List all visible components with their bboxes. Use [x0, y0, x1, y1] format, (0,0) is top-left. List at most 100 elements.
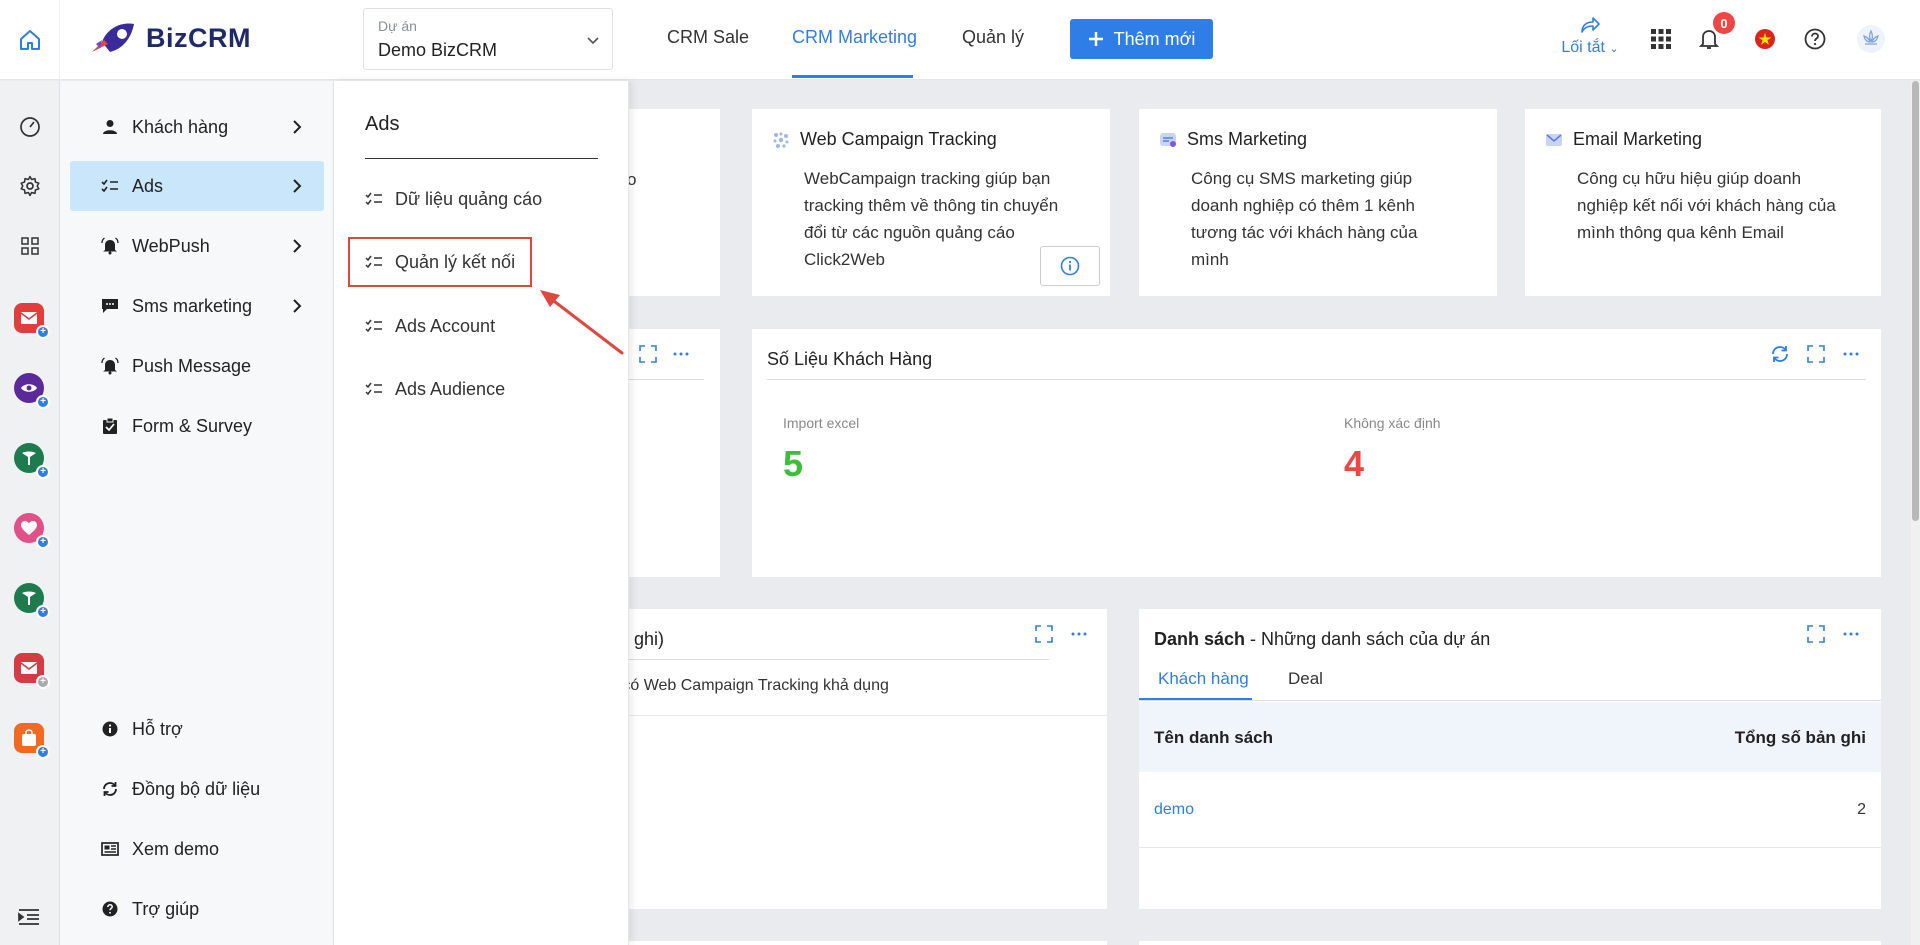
shortcut-label: Lối tắt — [1561, 39, 1605, 56]
info-button[interactable] — [1040, 246, 1100, 286]
card-desc-line: Công cụ SMS marketing giúp — [1191, 169, 1413, 188]
partial-chart-panel — [629, 329, 720, 577]
card-title: Web Campaign Tracking — [800, 129, 997, 149]
submenu-item-du-lieu-quang-cao[interactable]: Dữ liệu quảng cáo — [365, 184, 542, 214]
menu-label: Khách hàng — [132, 116, 229, 137]
submenu-title: Ads — [365, 113, 400, 135]
project-value: Demo BizCRM — [378, 40, 498, 60]
tab-deal[interactable]: Deal — [1288, 669, 1323, 689]
sms-marketing-card[interactable]: Sms Marketing Công cụ SMS marketing giúp… — [1139, 109, 1497, 296]
refresh-icon[interactable] — [1771, 345, 1789, 363]
project-selector[interactable]: Dự án Demo BizCRM — [363, 8, 613, 70]
menu-label: Push Message — [132, 355, 252, 376]
highlight-box — [348, 237, 532, 287]
gear-icon[interactable] — [17, 173, 43, 199]
panel-title: Số Liệu Khách Hàng — [767, 349, 933, 369]
menu-item-khach-hang[interactable]: Khách hàng — [70, 102, 324, 152]
card-desc-line: nghiệp kết nối với khách hàng của — [1577, 196, 1836, 215]
email-marketing-card[interactable]: Email Marketing Công cụ hữu hiệu giúp do… — [1525, 109, 1881, 296]
email-app-icon-2[interactable]: + — [14, 653, 50, 689]
email-icon — [1546, 133, 1562, 146]
submenu-item-ads-audience[interactable]: Ads Audience — [365, 374, 505, 404]
import-excel-label: Import excel — [783, 415, 860, 431]
tab-quan-ly[interactable]: Quản lý — [962, 27, 1024, 48]
tab-khach-hang[interactable]: Khách hàng — [1158, 669, 1249, 689]
web-campaign-card[interactable]: Web Campaign Tracking WebCampaign tracki… — [752, 109, 1110, 296]
sms-icon — [1160, 132, 1176, 147]
more-icon[interactable] — [1071, 632, 1087, 636]
partial-info-card: icro n ả — [629, 109, 720, 296]
apps-grid-icon[interactable] — [1648, 26, 1674, 52]
sync-icon — [100, 779, 120, 799]
menu-item-form-survey[interactable]: Form & Survey — [70, 401, 324, 451]
menu-label: WebPush — [132, 235, 210, 256]
page-scrollbar[interactable] — [1911, 81, 1920, 945]
shopping-app-icon[interactable]: + — [14, 723, 50, 759]
plus-icon — [1088, 32, 1103, 46]
project-label: Dự án — [378, 18, 417, 34]
vietnam-flag-icon[interactable] — [1752, 26, 1778, 52]
more-icon[interactable] — [1843, 352, 1859, 356]
import-excel-value: 5 — [783, 443, 804, 484]
card-desc-line: mình — [1191, 250, 1229, 269]
menu-item-push-message[interactable]: Push Message — [70, 341, 324, 391]
email-app-icon[interactable]: + — [14, 303, 50, 339]
checklist-icon — [100, 176, 120, 196]
scrollbar-thumb[interactable] — [1912, 81, 1919, 521]
menu-item-webpush[interactable]: WebPush — [70, 221, 324, 271]
app-plus-badge: + — [36, 535, 50, 549]
collapse-menu-icon[interactable] — [18, 908, 40, 931]
info-icon — [100, 719, 120, 739]
menu-item-xem-demo[interactable]: Xem demo — [70, 824, 324, 874]
submenu-item-ads-account[interactable]: Ads Account — [365, 311, 495, 341]
unknown-value: 4 — [1344, 443, 1365, 484]
shortcut-menu[interactable]: Lối tắt ⌄ — [1555, 16, 1625, 57]
menu-item-ads[interactable]: Ads — [70, 161, 324, 211]
eye-app-icon[interactable]: + — [14, 373, 50, 409]
menu-item-tro-giup[interactable]: Trợ giúp — [70, 884, 324, 934]
more-icon[interactable] — [1843, 632, 1859, 636]
question-icon — [100, 899, 120, 919]
bizcrm-logo[interactable]: BizCRM — [88, 18, 251, 58]
chevron-right-icon — [293, 179, 302, 193]
fullscreen-icon[interactable] — [1035, 625, 1053, 643]
notification-badge: 0 — [1713, 12, 1735, 34]
help-circle-icon[interactable] — [1802, 26, 1828, 52]
menu-item-sms-marketing[interactable]: Sms marketing — [70, 281, 324, 331]
card-desc-line: Click2Web — [804, 250, 885, 269]
tree-app-icon-2[interactable]: + — [14, 583, 50, 619]
card-title: Sms Marketing — [1187, 129, 1308, 149]
menu-item-dong-bo[interactable]: Đồng bộ dữ liệu — [70, 764, 324, 814]
heart-app-icon[interactable]: + — [14, 513, 50, 549]
add-new-button[interactable]: Thêm mới — [1070, 19, 1213, 59]
tree-app-icon[interactable]: + — [14, 443, 50, 479]
col-name-header: Tên danh sách — [1154, 728, 1274, 747]
fullscreen-icon[interactable] — [1807, 345, 1825, 363]
app-plus-badge: + — [36, 605, 50, 619]
row-name-link[interactable]: demo — [1154, 801, 1194, 819]
card-title: Email Marketing — [1573, 129, 1703, 149]
list-title: Danh sách — [1154, 629, 1246, 649]
fullscreen-icon[interactable] — [1807, 625, 1825, 643]
table-header: Tên danh sách Tổng số bản ghi — [1139, 702, 1881, 772]
tab-crm-marketing[interactable]: CRM Marketing — [792, 27, 917, 48]
dashboard-gauge-icon[interactable] — [17, 113, 43, 139]
card-desc-line: mình thông qua kênh Email — [1577, 223, 1784, 242]
fullscreen-icon[interactable] — [639, 345, 657, 363]
table-row[interactable]: demo 2 — [1139, 773, 1881, 848]
tab-crm-sale[interactable]: CRM Sale — [667, 27, 749, 48]
card-desc-line: doanh nghiệp có thêm 1 kênh — [1191, 196, 1416, 215]
card-desc-line: tương tác với khách hàng của — [1191, 223, 1418, 242]
newspaper-icon — [100, 839, 120, 859]
more-icon[interactable] — [673, 352, 689, 356]
menu-item-ho-tro[interactable]: Hỗ trợ — [70, 704, 324, 754]
user-icon — [100, 117, 120, 137]
menu-label: Form & Survey — [132, 415, 253, 436]
home-icon[interactable] — [0, 0, 60, 80]
avatar[interactable] — [1856, 24, 1886, 54]
divider — [767, 379, 1866, 380]
left-icon-rail: + + + + + + + — [0, 81, 60, 945]
chevron-down-icon — [587, 37, 599, 45]
app-plus-badge: + — [36, 745, 50, 759]
modules-grid-icon[interactable] — [17, 233, 43, 259]
